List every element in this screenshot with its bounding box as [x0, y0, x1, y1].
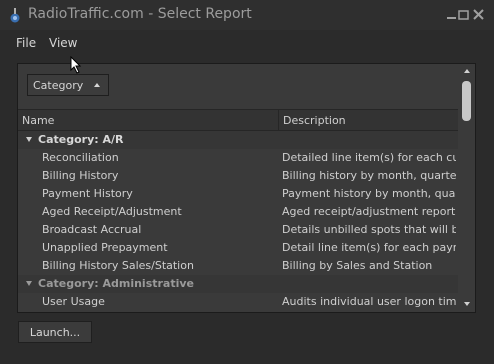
- table-row[interactable]: Broadcast Accrual Details unbilled spots…: [18, 221, 458, 239]
- category-sort-button[interactable]: Category: [27, 74, 109, 96]
- table-header: Name Description: [18, 109, 458, 132]
- report-description: Billing history by month, quarter ...: [282, 169, 456, 182]
- report-name: Reconciliation: [42, 151, 119, 164]
- scroll-up-arrow-icon[interactable]: [464, 69, 470, 73]
- scrollbar-thumb[interactable]: [462, 81, 471, 121]
- vertical-scrollbar[interactable]: [459, 64, 475, 312]
- restore-icon[interactable]: [456, 8, 472, 22]
- menu-bar: File View: [0, 30, 494, 56]
- table-row[interactable]: Billing History Billing history by month…: [18, 167, 458, 185]
- table-row[interactable]: Aged Receipt/Adjustment Aged receipt/adj…: [18, 203, 458, 221]
- sort-up-arrow-icon: [94, 83, 100, 87]
- report-name: Billing History: [42, 169, 119, 182]
- report-name: Payment History: [42, 187, 133, 200]
- expand-arrow-icon[interactable]: [26, 137, 32, 142]
- close-icon[interactable]: [471, 8, 487, 22]
- column-header-description[interactable]: Description: [283, 114, 346, 127]
- table-row[interactable]: Unapplied Prepayment Detail line item(s)…: [18, 239, 458, 257]
- report-description: Detail line item(s) for each paym...: [282, 241, 456, 254]
- radio-app-icon: [10, 8, 20, 23]
- category-button-label: Category: [33, 79, 84, 92]
- group-label: Category: A/R: [38, 133, 124, 146]
- group-row-ar[interactable]: Category: A/R: [18, 131, 458, 149]
- report-name: Aged Receipt/Adjustment: [42, 205, 182, 218]
- launch-button[interactable]: Launch...: [18, 321, 92, 343]
- group-label: Category: Administrative: [38, 277, 195, 290]
- title-bar: RadioTraffic.com - Select Report: [0, 0, 494, 30]
- window-title: RadioTraffic.com - Select Report: [28, 6, 252, 22]
- report-name: Unapplied Prepayment: [42, 241, 168, 254]
- group-row-administrative[interactable]: Category: Administrative: [18, 275, 458, 293]
- mouse-pointer-icon: [70, 56, 82, 74]
- expand-arrow-icon[interactable]: [26, 281, 32, 286]
- column-divider[interactable]: [278, 110, 279, 132]
- report-panel: Category Name Description Category: A/R …: [17, 63, 476, 313]
- report-description: Audits individual user logon times...: [282, 295, 456, 308]
- report-description: Aged receipt/adjustment report.: [282, 205, 456, 218]
- scroll-down-arrow-icon[interactable]: [464, 302, 470, 306]
- report-description: Details unbilled spots that will be ...: [282, 223, 456, 236]
- report-description: Payment history by month, quart...: [282, 187, 456, 200]
- report-name: Broadcast Accrual: [42, 223, 142, 236]
- column-header-name[interactable]: Name: [22, 114, 54, 127]
- report-name: Billing History Sales/Station: [42, 259, 194, 272]
- report-description: Detailed line item(s) for each cus...: [282, 151, 456, 164]
- table-row[interactable]: User Usage Audits individual user logon …: [18, 293, 458, 311]
- menu-file[interactable]: File: [16, 36, 36, 50]
- table-row[interactable]: Billing History Sales/Station Billing by…: [18, 257, 458, 275]
- report-list: Category: A/R Reconciliation Detailed li…: [18, 131, 458, 311]
- report-description: Billing by Sales and Station: [282, 259, 433, 272]
- report-name: User Usage: [42, 295, 105, 308]
- launch-button-label: Launch...: [29, 326, 81, 339]
- menu-view[interactable]: View: [49, 36, 77, 50]
- table-row[interactable]: Reconciliation Detailed line item(s) for…: [18, 149, 458, 167]
- table-row[interactable]: Payment History Payment history by month…: [18, 185, 458, 203]
